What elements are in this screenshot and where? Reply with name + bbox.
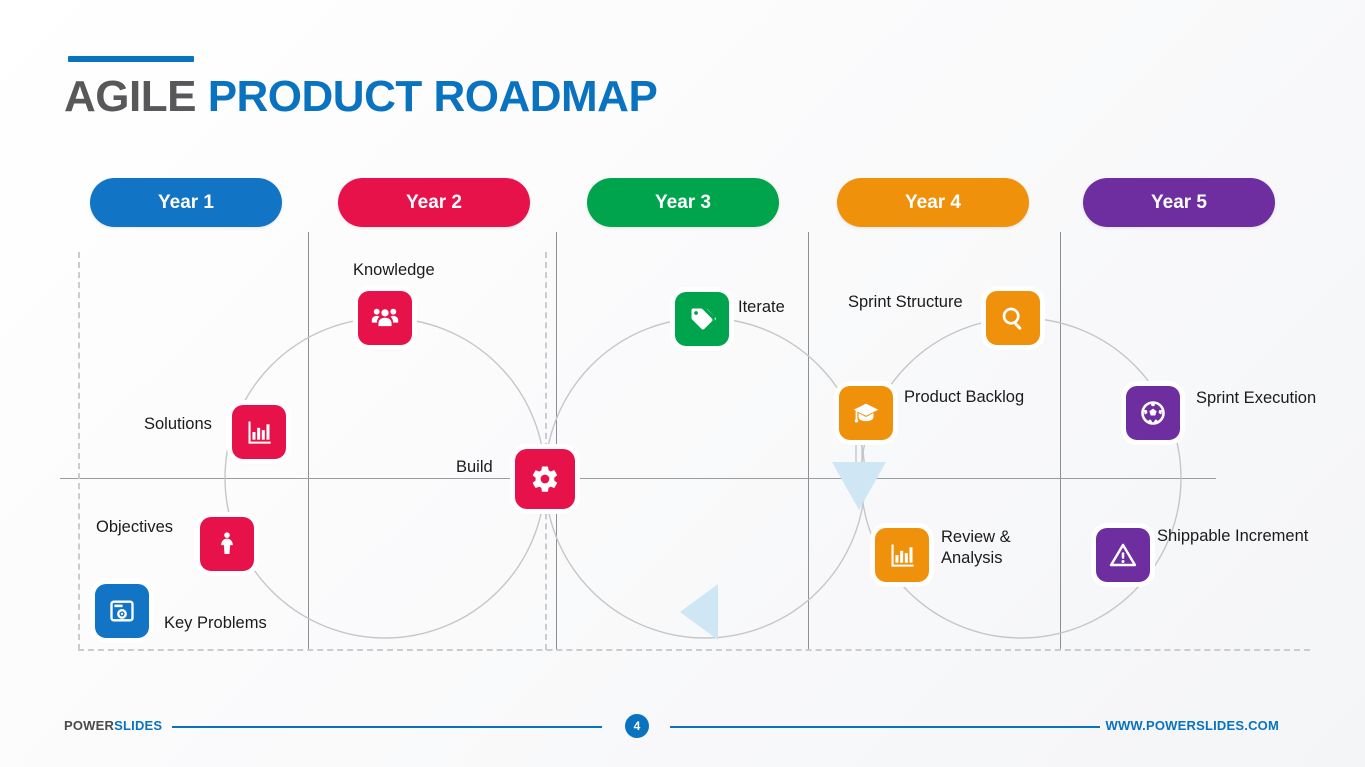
node-label-knowledge: Knowledge bbox=[353, 261, 435, 279]
node-label-iterate: Iterate bbox=[738, 298, 785, 316]
bar-chart-icon bbox=[245, 418, 273, 446]
magnifier-icon bbox=[999, 304, 1027, 332]
node-label-sprint-structure: Sprint Structure bbox=[848, 293, 963, 311]
brand-logo: POWERSLIDES bbox=[64, 718, 162, 733]
node-label-build: Build bbox=[456, 458, 493, 476]
tag-icon bbox=[688, 305, 716, 333]
person-target-icon bbox=[213, 530, 241, 558]
camera-report-icon bbox=[108, 597, 136, 625]
footer-rule-right bbox=[670, 726, 1100, 728]
node-tile-knowledge[interactable] bbox=[358, 291, 412, 345]
arc-circle-1 bbox=[224, 317, 546, 639]
node-tile-shippable-increment[interactable] bbox=[1096, 528, 1150, 582]
bar-chart-icon bbox=[888, 541, 916, 569]
brand-part1: POWER bbox=[64, 718, 115, 733]
node-label-review-analysis: Review & Analysis bbox=[941, 528, 1011, 568]
node-tile-solutions[interactable] bbox=[232, 405, 286, 459]
node-tile-review-analysis[interactable] bbox=[875, 528, 929, 582]
brand-part2: SLIDES bbox=[114, 718, 163, 733]
graduation-cap-icon bbox=[852, 399, 880, 427]
left-arrow bbox=[680, 584, 718, 640]
node-tile-sprint-execution[interactable] bbox=[1126, 386, 1180, 440]
soccer-ball-icon bbox=[1139, 399, 1167, 427]
page-number-badge: 4 bbox=[625, 714, 649, 738]
node-label-sprint-execution: Sprint Execution bbox=[1196, 389, 1317, 407]
node-tile-objectives[interactable] bbox=[200, 517, 254, 571]
node-tile-key-problems[interactable] bbox=[95, 584, 149, 638]
node-tile-product-backlog[interactable] bbox=[839, 386, 893, 440]
arc-circle-3 bbox=[860, 317, 1182, 639]
node-tile-iterate[interactable] bbox=[675, 292, 729, 346]
website-link[interactable]: WWW.POWERSLIDES.COM bbox=[1105, 718, 1279, 733]
people-group-icon bbox=[371, 304, 399, 332]
footer-rule-left bbox=[172, 726, 602, 728]
node-tile-sprint-structure[interactable] bbox=[986, 291, 1040, 345]
flow-arc-diagram bbox=[224, 317, 1182, 639]
node-label-solutions: Solutions bbox=[144, 415, 212, 433]
down-arrow bbox=[832, 462, 886, 510]
node-label-key-problems: Key Problems bbox=[164, 614, 267, 632]
node-label-shippable-increment: Shippable Increment bbox=[1157, 527, 1309, 545]
slide-canvas: AGILE PRODUCT ROADMAP Year 1 Year 2 Year 3… bbox=[0, 0, 1365, 767]
node-label-product-backlog: Product Backlog bbox=[904, 388, 1025, 406]
warning-triangle-icon bbox=[1109, 541, 1137, 569]
slide-footer: POWERSLIDES 4 WWW.POWERSLIDES.COM bbox=[0, 700, 1365, 760]
gear-icon bbox=[530, 464, 560, 494]
node-label-objectives: Objectives bbox=[96, 518, 174, 536]
node-tile-build[interactable] bbox=[515, 449, 575, 509]
